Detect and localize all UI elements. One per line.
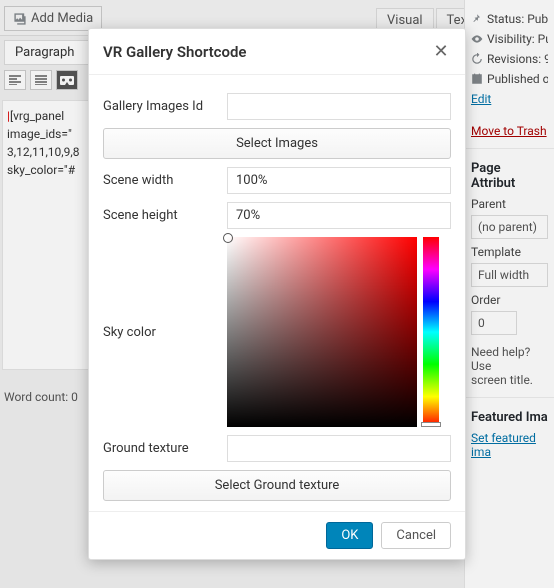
modal-body: Gallery Images Id Select Images Scene wi… bbox=[89, 75, 465, 511]
select-ground-button[interactable]: Select Ground texture bbox=[103, 470, 451, 501]
close-icon[interactable]: ✕ bbox=[431, 41, 451, 62]
modal-footer: OK Cancel bbox=[89, 511, 465, 559]
select-images-button[interactable]: Select Images bbox=[103, 128, 451, 159]
scene-width-input[interactable] bbox=[227, 167, 451, 194]
color-handle[interactable] bbox=[223, 233, 233, 243]
vr-gallery-modal: VR Gallery Shortcode ✕ Gallery Images Id… bbox=[88, 28, 466, 560]
color-picker bbox=[227, 237, 451, 427]
cancel-button[interactable]: Cancel bbox=[381, 522, 451, 549]
ok-button[interactable]: OK bbox=[326, 522, 373, 549]
scene-height-input[interactable] bbox=[227, 202, 451, 229]
scene-width-label: Scene width bbox=[103, 173, 227, 188]
color-black-gradient bbox=[227, 237, 417, 427]
ground-texture-input[interactable] bbox=[227, 435, 451, 462]
scene-height-label: Scene height bbox=[103, 208, 227, 223]
color-saturation-area[interactable] bbox=[227, 237, 417, 427]
gallery-ids-label: Gallery Images Id bbox=[103, 99, 227, 114]
ground-texture-label: Ground texture bbox=[103, 441, 227, 456]
modal-header: VR Gallery Shortcode ✕ bbox=[89, 29, 465, 75]
gallery-ids-input[interactable] bbox=[227, 93, 451, 120]
sky-color-label: Sky color bbox=[103, 237, 227, 340]
hue-slider[interactable] bbox=[423, 237, 439, 427]
hue-handle[interactable] bbox=[421, 422, 441, 427]
modal-title: VR Gallery Shortcode bbox=[103, 43, 247, 61]
